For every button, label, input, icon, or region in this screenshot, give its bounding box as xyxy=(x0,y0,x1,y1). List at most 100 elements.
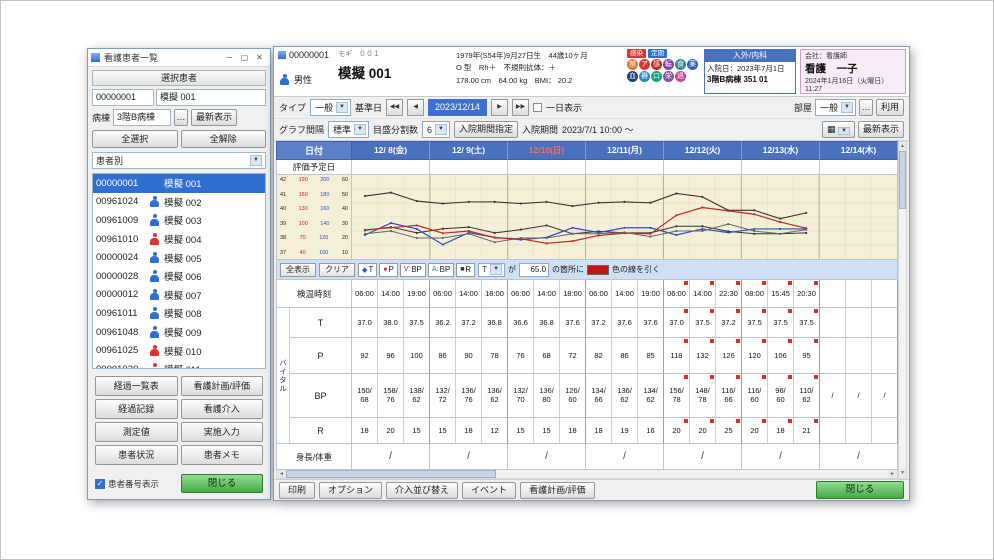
t-cell[interactable]: 37.2 xyxy=(716,308,742,338)
p-cell[interactable]: 76 xyxy=(508,338,534,374)
series-toggle-t[interactable]: ◆T xyxy=(358,263,377,277)
r-cell[interactable]: 19 xyxy=(612,418,638,444)
t-cell[interactable]: 36.2 xyxy=(430,308,456,338)
scroll-left-icon[interactable]: ◄ xyxy=(277,470,286,478)
time-cell[interactable]: 06:00 xyxy=(430,280,456,308)
show-all-button[interactable]: 全表示 xyxy=(280,263,316,277)
bp-cell[interactable]: 134/62 xyxy=(638,374,664,418)
threshold-color-swatch[interactable] xyxy=(587,265,609,275)
scroll-up-icon[interactable]: ▲ xyxy=(899,142,906,151)
time-cell[interactable]: 14:00 xyxy=(690,280,716,308)
room-browse-button[interactable]: … xyxy=(859,99,873,116)
action-button[interactable]: 測定値 xyxy=(95,422,178,442)
p-cell[interactable]: 126 xyxy=(716,338,742,374)
r-cell[interactable]: 20 xyxy=(664,418,690,444)
series-toggle-p[interactable]: ●P xyxy=(379,263,398,277)
patient-list-item[interactable]: 00961048模擬 009 xyxy=(93,323,265,342)
t-cell[interactable]: 37.0 xyxy=(352,308,378,338)
bp-cell[interactable]: / xyxy=(846,374,872,418)
r-cell[interactable]: 15 xyxy=(508,418,534,444)
time-cell[interactable]: 18:00 xyxy=(560,280,586,308)
p-cell[interactable]: 95 xyxy=(794,338,820,374)
ward-input[interactable]: 3階B病棟 xyxy=(113,109,171,126)
series-toggle-bp[interactable]: V:BP xyxy=(400,263,426,277)
time-cell[interactable]: 20:30 xyxy=(794,280,820,308)
bp-cell[interactable]: / xyxy=(872,374,898,418)
time-cell[interactable]: 08:00 xyxy=(742,280,768,308)
patient-list-item[interactable]: 00000028模擬 006 xyxy=(93,267,265,286)
threshold-series-select[interactable]: T ▼ xyxy=(478,263,505,277)
height-weight-cell[interactable]: / xyxy=(508,444,586,470)
eval-cell[interactable] xyxy=(430,160,508,175)
time-cell[interactable]: 19:00 xyxy=(404,280,430,308)
r-cell[interactable] xyxy=(872,418,898,444)
action-button[interactable]: 実施入力 xyxy=(181,422,264,442)
footer-button[interactable]: 介入並び替え xyxy=(386,482,458,499)
date-header-cell[interactable]: 12/13(水) xyxy=(742,141,820,160)
bp-cell[interactable]: 116/60 xyxy=(742,374,768,418)
vertical-scrollbar[interactable]: ▲ ▼ xyxy=(898,141,907,479)
bp-cell[interactable]: 148/78 xyxy=(690,374,716,418)
p-cell[interactable]: 90 xyxy=(456,338,482,374)
t-cell[interactable] xyxy=(872,308,898,338)
series-toggle-r[interactable]: ■R xyxy=(456,263,475,277)
eval-cell[interactable] xyxy=(664,160,742,175)
time-cell[interactable] xyxy=(846,280,872,308)
eval-cell[interactable] xyxy=(820,160,898,175)
time-cell[interactable]: 14:00 xyxy=(534,280,560,308)
footer-button[interactable]: 看護計画/評価 xyxy=(520,482,595,499)
t-cell[interactable]: 38.0 xyxy=(378,308,404,338)
footer-button[interactable]: イベント xyxy=(462,482,516,499)
patient-list-item[interactable]: 00961011模擬 008 xyxy=(93,304,265,323)
height-weight-cell[interactable]: / xyxy=(664,444,742,470)
t-cell[interactable]: 37.5 xyxy=(794,308,820,338)
time-cell[interactable]: 22:30 xyxy=(716,280,742,308)
bp-cell[interactable]: 132/72 xyxy=(430,374,456,418)
t-cell[interactable]: 36.6 xyxy=(508,308,534,338)
vscroll-thumb[interactable] xyxy=(899,151,906,209)
patient-number-checkbox[interactable]: ✓ xyxy=(95,479,105,489)
date-header-cell[interactable]: 12/10(日) xyxy=(508,141,586,160)
hscroll-thumb[interactable] xyxy=(286,470,496,478)
graph-interval-select[interactable]: 標準 ▼ xyxy=(328,121,369,138)
scale-divisions-select[interactable]: 6 ▼ xyxy=(422,121,450,138)
p-cell[interactable]: 92 xyxy=(352,338,378,374)
p-cell[interactable] xyxy=(820,338,846,374)
r-cell[interactable]: 21 xyxy=(794,418,820,444)
r-cell[interactable]: 20 xyxy=(742,418,768,444)
height-weight-cell[interactable]: / xyxy=(352,444,430,470)
eval-cell[interactable] xyxy=(352,160,430,175)
t-cell[interactable]: 37.6 xyxy=(612,308,638,338)
minimize-button[interactable]: ─ xyxy=(222,53,237,62)
p-cell[interactable]: 85 xyxy=(638,338,664,374)
bp-cell[interactable]: 136/80 xyxy=(534,374,560,418)
bp-cell[interactable]: 136/62 xyxy=(482,374,508,418)
p-cell[interactable]: 86 xyxy=(430,338,456,374)
time-cell[interactable] xyxy=(820,280,846,308)
time-cell[interactable]: 14:00 xyxy=(456,280,482,308)
p-cell[interactable] xyxy=(846,338,872,374)
patient-filter-select[interactable]: 患者別 ▼ xyxy=(92,152,266,169)
maximize-button[interactable]: ▢ xyxy=(237,53,252,62)
t-cell[interactable]: 37.5 xyxy=(742,308,768,338)
prev-week-button[interactable]: ◀◀ xyxy=(386,99,403,116)
next-day-button[interactable]: ▶ xyxy=(491,99,508,116)
eval-cell[interactable] xyxy=(586,160,664,175)
patient-list-item[interactable]: 00001020模擬 011 xyxy=(93,360,265,369)
eval-cell[interactable] xyxy=(742,160,820,175)
r-cell[interactable]: 12 xyxy=(482,418,508,444)
bp-cell[interactable]: 136/62 xyxy=(612,374,638,418)
horizontal-scrollbar[interactable]: ◄ ► xyxy=(276,470,898,479)
bp-cell[interactable]: 158/76 xyxy=(378,374,404,418)
action-button[interactable]: 看護介入 xyxy=(181,399,264,419)
clear-button[interactable]: クリア xyxy=(319,263,355,277)
time-cell[interactable]: 14:00 xyxy=(612,280,638,308)
r-cell[interactable]: 25 xyxy=(716,418,742,444)
date-header-cell[interactable]: 12/12(火) xyxy=(664,141,742,160)
time-cell[interactable]: 06:00 xyxy=(508,280,534,308)
date-header-cell[interactable]: 12/ 8(金) xyxy=(352,141,430,160)
t-cell[interactable]: 37.6 xyxy=(638,308,664,338)
height-weight-cell[interactable]: / xyxy=(742,444,820,470)
p-cell[interactable]: 78 xyxy=(482,338,508,374)
patient-list-titlebar[interactable]: 看護患者一覧 ─ ▢ ✕ xyxy=(88,49,270,67)
